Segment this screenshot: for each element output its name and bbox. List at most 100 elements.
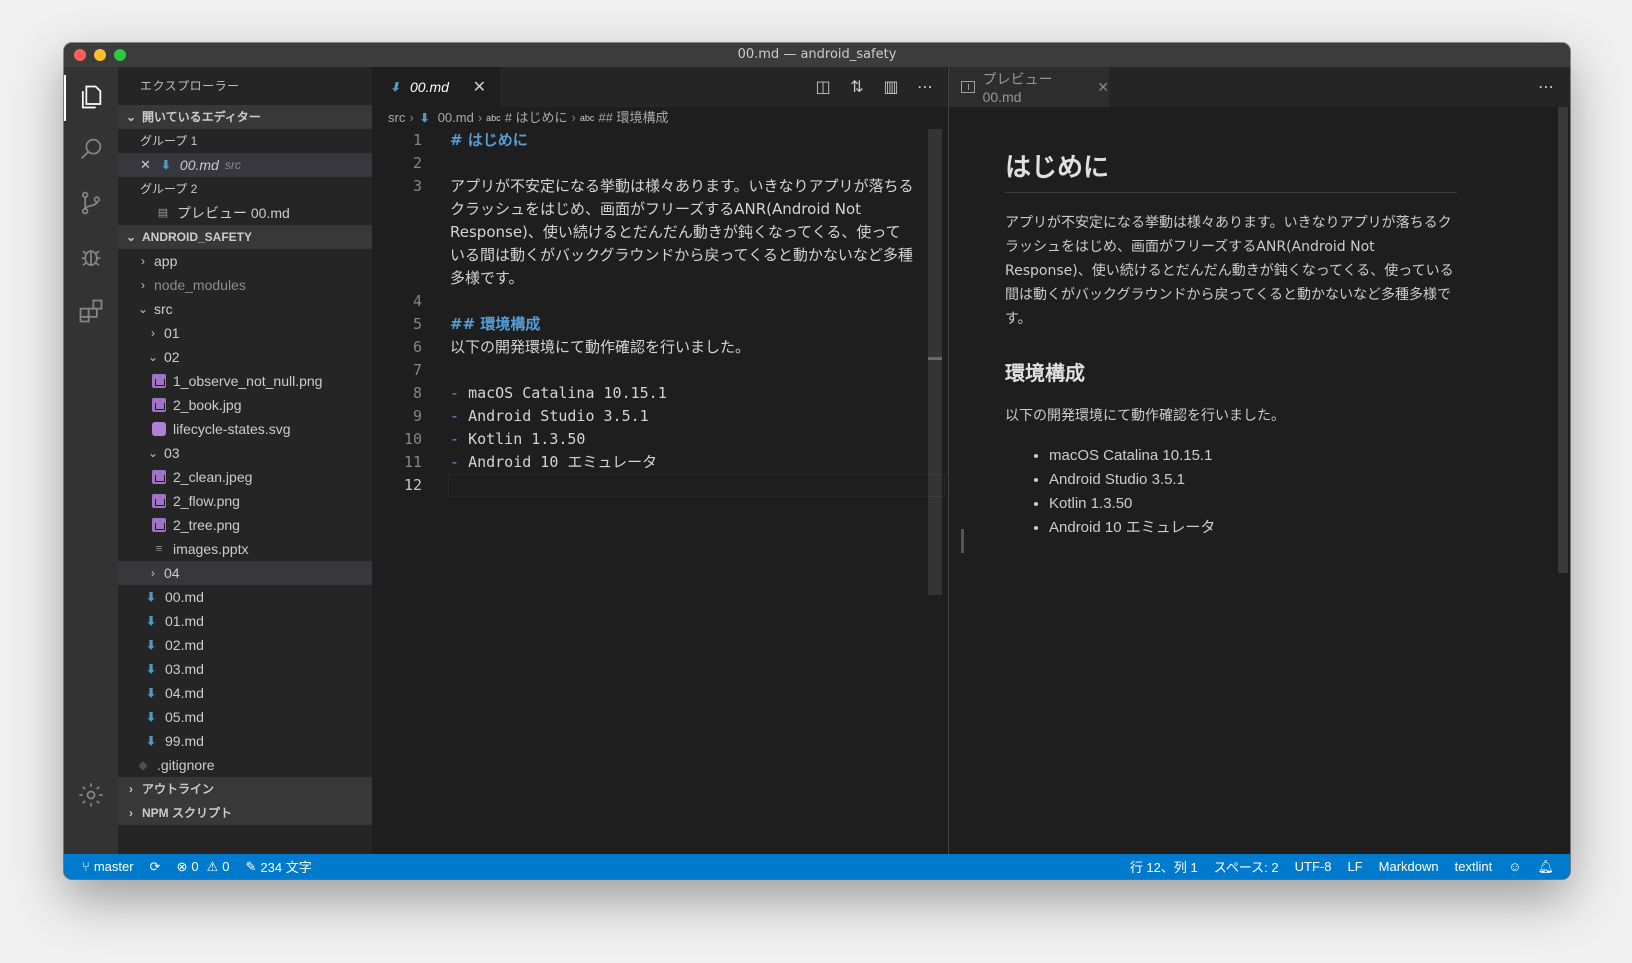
tree-label: app bbox=[154, 253, 178, 269]
search-icon[interactable] bbox=[75, 133, 107, 165]
active-indicator bbox=[64, 75, 66, 121]
tree-file[interactable]: ⬇ 02.md bbox=[118, 633, 372, 657]
more-actions-icon[interactable]: ⋯ bbox=[1538, 77, 1554, 96]
tree-folder-src[interactable]: ⌄ src bbox=[118, 297, 372, 321]
tree-file[interactable]: ◆ .gitignore bbox=[118, 753, 372, 777]
open-editor-preview[interactable]: ▤ プレビュー 00.md bbox=[118, 201, 372, 225]
breadcrumb-src[interactable]: src bbox=[388, 107, 405, 129]
breadcrumb-h2[interactable]: ## 環境構成 bbox=[598, 107, 668, 129]
indentation[interactable]: スペース: 2 bbox=[1214, 857, 1279, 876]
tree-file[interactable]: lifecycle-states.svg bbox=[118, 417, 372, 441]
list-bullet: - bbox=[450, 384, 460, 402]
tree-folder-02[interactable]: ⌄ 02 bbox=[118, 345, 372, 369]
line-content: macOS Catalina 10.15.1 bbox=[468, 384, 667, 402]
tab-label: 00.md bbox=[410, 79, 449, 95]
notifications-bell-icon[interactable]: 🔔︎ bbox=[1537, 859, 1554, 875]
code-line-wrap: クラッシュをはじめ、画面がフリーズするANR(Android Not bbox=[372, 198, 932, 221]
list-bullet: - bbox=[450, 430, 460, 448]
cursor-position[interactable]: 行 12、列 1 bbox=[1130, 857, 1198, 876]
tree-file[interactable]: ⬇ 04.md bbox=[118, 681, 372, 705]
close-window-button[interactable] bbox=[74, 49, 86, 61]
code-line: 7 bbox=[372, 359, 932, 382]
markdown-file-icon: ⬇ bbox=[145, 590, 157, 604]
zoom-window-button[interactable] bbox=[114, 49, 126, 61]
image-file-icon bbox=[152, 518, 166, 532]
open-editors-header[interactable]: ⌄ 開いているエディター bbox=[118, 105, 372, 129]
tree-label: 2_clean.jpeg bbox=[173, 469, 253, 485]
list-item: macOS Catalina 10.15.1 bbox=[1049, 444, 1457, 468]
extensions-icon[interactable] bbox=[75, 295, 107, 327]
tree-file[interactable]: ≡ images.pptx bbox=[118, 537, 372, 561]
markdown-file-icon: ⬇ bbox=[145, 638, 157, 652]
chevron-right-icon: › bbox=[151, 566, 155, 580]
tree-label: 2_flow.png bbox=[173, 493, 240, 509]
split-editor-icon[interactable]: ▥ bbox=[881, 77, 901, 97]
tree-label: 02 bbox=[164, 349, 180, 365]
npm-scripts-label: NPM スクリプト bbox=[142, 806, 233, 820]
chevron-down-icon: ⌄ bbox=[137, 302, 149, 316]
debug-icon[interactable] bbox=[75, 241, 107, 273]
chevron-right-icon: › bbox=[151, 326, 155, 340]
compare-changes-icon[interactable]: ⇅ bbox=[847, 77, 867, 97]
warning-icon: ⚠ bbox=[206, 858, 219, 874]
encoding[interactable]: UTF-8 bbox=[1295, 859, 1332, 874]
tree-file[interactable]: ⬇ 05.md bbox=[118, 705, 372, 729]
tree-folder-03[interactable]: ⌄ 03 bbox=[118, 441, 372, 465]
tree-label: 01.md bbox=[165, 613, 204, 629]
tree-file[interactable]: 1_observe_not_null.png bbox=[118, 369, 372, 393]
minimize-window-button[interactable] bbox=[94, 49, 106, 61]
problems-status[interactable]: ⊗ 0 ⚠ 0 bbox=[176, 859, 229, 875]
word-count-status[interactable]: ✎ 234 文字 bbox=[245, 857, 311, 876]
tree-folder-app[interactable]: › app bbox=[118, 249, 372, 273]
code-area[interactable]: 1 # はじめに 2 3 アプリが不安定になる挙動は様々あります。いきなりアプリが落… bbox=[372, 129, 945, 497]
open-editor-path: src bbox=[224, 158, 241, 172]
tree-file[interactable]: 2_book.jpg bbox=[118, 393, 372, 417]
chevron-right-icon: › bbox=[571, 110, 576, 125]
close-icon[interactable]: ✕ bbox=[473, 77, 486, 97]
breadcrumb-file[interactable]: 00.md bbox=[438, 107, 474, 129]
preview-paragraph: アプリが不安定になる挙動は様々あります。いきなりアプリが落ちるクラッシュをはじめ… bbox=[1005, 215, 1454, 327]
tree-file[interactable]: 2_tree.png bbox=[118, 513, 372, 537]
tree-folder-node-modules[interactable]: › node_modules bbox=[118, 273, 372, 297]
tree-label: images.pptx bbox=[173, 541, 249, 557]
tree-file[interactable]: ⬇ 03.md bbox=[118, 657, 372, 681]
open-preview-icon[interactable]: ◫ bbox=[813, 77, 833, 97]
linter-status[interactable]: textlint bbox=[1455, 859, 1493, 874]
tree-file[interactable]: ⬇ 01.md bbox=[118, 609, 372, 633]
sync-icon[interactable]: ⟳ bbox=[150, 859, 161, 875]
tab-preview[interactable]: プレビュー 00.md ✕ bbox=[949, 67, 1109, 107]
close-icon[interactable]: ✕ bbox=[140, 153, 151, 177]
tab-00md[interactable]: ⬇ 00.md ✕ bbox=[372, 67, 500, 107]
tree-file[interactable]: 2_flow.png bbox=[118, 489, 372, 513]
preview-scrollbar[interactable] bbox=[1558, 107, 1568, 573]
close-icon[interactable]: ✕ bbox=[1097, 79, 1109, 96]
outline-header[interactable]: › アウトライン bbox=[118, 777, 372, 801]
language-mode[interactable]: Markdown bbox=[1379, 859, 1439, 874]
breadcrumb-h1[interactable]: # はじめに bbox=[505, 107, 568, 129]
git-branch-icon: ⑂ bbox=[82, 859, 90, 874]
more-actions-icon[interactable]: ⋯ bbox=[915, 77, 935, 97]
title-bar: 00.md — android_safety bbox=[64, 43, 1570, 67]
end-of-line[interactable]: LF bbox=[1347, 859, 1362, 874]
open-editor-00md[interactable]: ✕ ⬇ 00.md src bbox=[118, 153, 372, 177]
open-editor-preview-label: プレビュー 00.md bbox=[177, 205, 290, 221]
project-header[interactable]: ⌄ ANDROID_SAFETY bbox=[118, 225, 372, 249]
tree-file[interactable]: ⬇ 00.md bbox=[118, 585, 372, 609]
explorer-icon[interactable] bbox=[75, 81, 107, 113]
settings-gear-icon[interactable] bbox=[75, 779, 107, 811]
code-line: 6 以下の開発環境にて動作確認を行いました。 bbox=[372, 336, 932, 359]
code-line-current: 12 bbox=[372, 474, 945, 497]
editor-scrollbar[interactable] bbox=[928, 129, 942, 595]
npm-scripts-header[interactable]: › NPM スクリプト bbox=[118, 801, 372, 825]
line-number: 7 bbox=[412, 361, 422, 379]
code-line: 9 - Android Studio 3.5.1 bbox=[372, 405, 932, 428]
source-control-icon[interactable] bbox=[75, 187, 107, 219]
markdown-file-icon: ⬇ bbox=[145, 614, 157, 628]
tree-file[interactable]: 2_clean.jpeg bbox=[118, 465, 372, 489]
feedback-smiley-icon[interactable]: ☺ bbox=[1508, 859, 1521, 874]
tree-folder-04[interactable]: › 04 bbox=[118, 561, 372, 585]
branch-status[interactable]: ⑂ master bbox=[82, 859, 134, 874]
tree-folder-01[interactable]: › 01 bbox=[118, 321, 372, 345]
tree-file[interactable]: ⬇ 99.md bbox=[118, 729, 372, 753]
tree-label: 03 bbox=[164, 445, 180, 461]
